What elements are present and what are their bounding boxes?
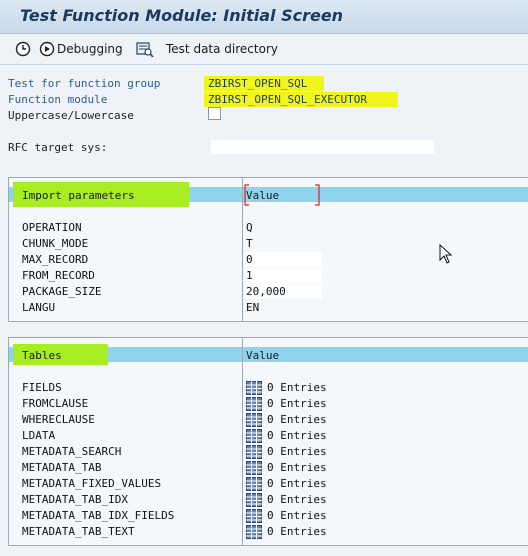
table-row: WHERECLAUSE 0 Entries [9,412,528,428]
table-icon[interactable] [246,461,262,475]
table-name: METADATA_FIXED_VALUES [22,477,162,490]
rfc-target-sys-label: RFC target sys: [8,141,108,154]
param-value[interactable]: 0 [246,253,253,266]
tables-value-column-header: Value [246,349,280,362]
table-name: LDATA [22,429,56,442]
entries-count: 0 Entries [267,381,327,394]
param-name: PACKAGE_SIZE [22,285,102,298]
param-name: MAX_RECORD [22,253,89,266]
param-value[interactable]: Q [246,221,253,234]
execute-button[interactable] [15,40,31,58]
table-name: METADATA_TAB [22,461,102,474]
table-row: METADATA_TAB_TEXT 0 Entries [9,524,528,540]
table-row: METADATA_FIXED_VALUES 0 Entries [9,476,528,492]
title-bar: Test Function Module: Initial Screen [0,0,528,34]
function-module-field[interactable]: ZBIRST_OPEN_SQL_EXECUTOR [204,92,398,107]
debugging-label: Debugging [57,42,123,56]
function-group-field[interactable]: ZBIRST_OPEN_SQL [204,76,324,91]
entries-count: 0 Entries [267,413,327,426]
test-data-directory-button[interactable]: Test data directory [136,40,278,58]
table-icon[interactable] [246,493,262,507]
table-row: METADATA_SEARCH 0 Entries [9,444,528,460]
function-group-label: Test for function group [8,77,161,90]
debugging-button[interactable]: Debugging [39,40,123,58]
entries-count: 0 Entries [267,493,327,506]
entries-count: 0 Entries [267,509,327,522]
param-name: LANGU [22,301,56,314]
entries-count: 0 Entries [267,429,327,442]
table-row: METADATA_TAB 0 Entries [9,460,528,476]
entries-count: 0 Entries [267,525,327,538]
table-name: WHERECLAUSE [22,413,95,426]
table-row: METADATA_TAB_IDX 0 Entries [9,492,528,508]
param-name: FROM_RECORD [22,269,95,282]
import-row: OPERATION Q [9,220,528,236]
param-value[interactable]: T [246,237,253,250]
param-value[interactable]: EN [246,301,259,314]
test-data-directory-label: Test data directory [166,42,278,56]
param-input-box[interactable] [245,268,322,283]
table-name: FROMCLAUSE [22,397,89,410]
uppercase-lowercase-checkbox[interactable] [208,107,221,120]
param-value[interactable]: 1 [246,269,253,282]
tables-title: Tables [22,349,62,362]
table-name: METADATA_TAB_IDX [22,493,128,506]
tables-panel: Tables Value FIELDS 0 Entries FROMCLAUSE… [8,337,528,546]
mouse-cursor-icon [439,244,453,264]
table-icon[interactable] [246,509,262,523]
param-name: CHUNK_MODE [22,237,89,250]
import-parameters-title: Import parameters [22,189,135,202]
application-toolbar: Debugging Test data directory [0,34,528,65]
table-row: FIELDS 0 Entries [9,380,528,396]
table-row: LDATA 0 Entries [9,428,528,444]
import-row: LANGU EN [9,300,528,316]
table-name: FIELDS [22,381,62,394]
uppercase-lowercase-label: Uppercase/Lowercase [8,109,134,122]
entries-count: 0 Entries [267,461,327,474]
rfc-target-sys-input[interactable] [211,140,434,154]
focus-bracket-icon [244,184,320,206]
function-module-label: Function module [8,93,108,106]
table-row: FROMCLAUSE 0 Entries [9,396,528,412]
table-name: METADATA_TAB_TEXT [22,525,135,538]
table-icon[interactable] [246,397,262,411]
table-icon[interactable] [246,413,262,427]
debug-execute-icon [39,41,55,57]
entries-count: 0 Entries [267,397,327,410]
import-row: FROM_RECORD 1 [9,268,528,284]
table-icon[interactable] [246,445,262,459]
table-icon[interactable] [246,429,262,443]
entries-count: 0 Entries [267,445,327,458]
table-icon[interactable] [246,477,262,491]
test-data-directory-icon [136,42,154,57]
import-row: PACKAGE_SIZE 20,000 [9,284,528,300]
table-name: METADATA_SEARCH [22,445,122,458]
table-icon[interactable] [246,381,262,395]
table-name: METADATA_TAB_IDX_FIELDS [22,509,175,522]
table-icon[interactable] [246,525,262,539]
entries-count: 0 Entries [267,477,327,490]
param-value[interactable]: 20,000 [246,285,286,298]
param-name: OPERATION [22,221,82,234]
table-row: METADATA_TAB_IDX_FIELDS 0 Entries [9,508,528,524]
execute-icon [15,41,31,57]
window-title: Test Function Module: Initial Screen [20,6,344,25]
param-input-box[interactable] [245,252,322,267]
